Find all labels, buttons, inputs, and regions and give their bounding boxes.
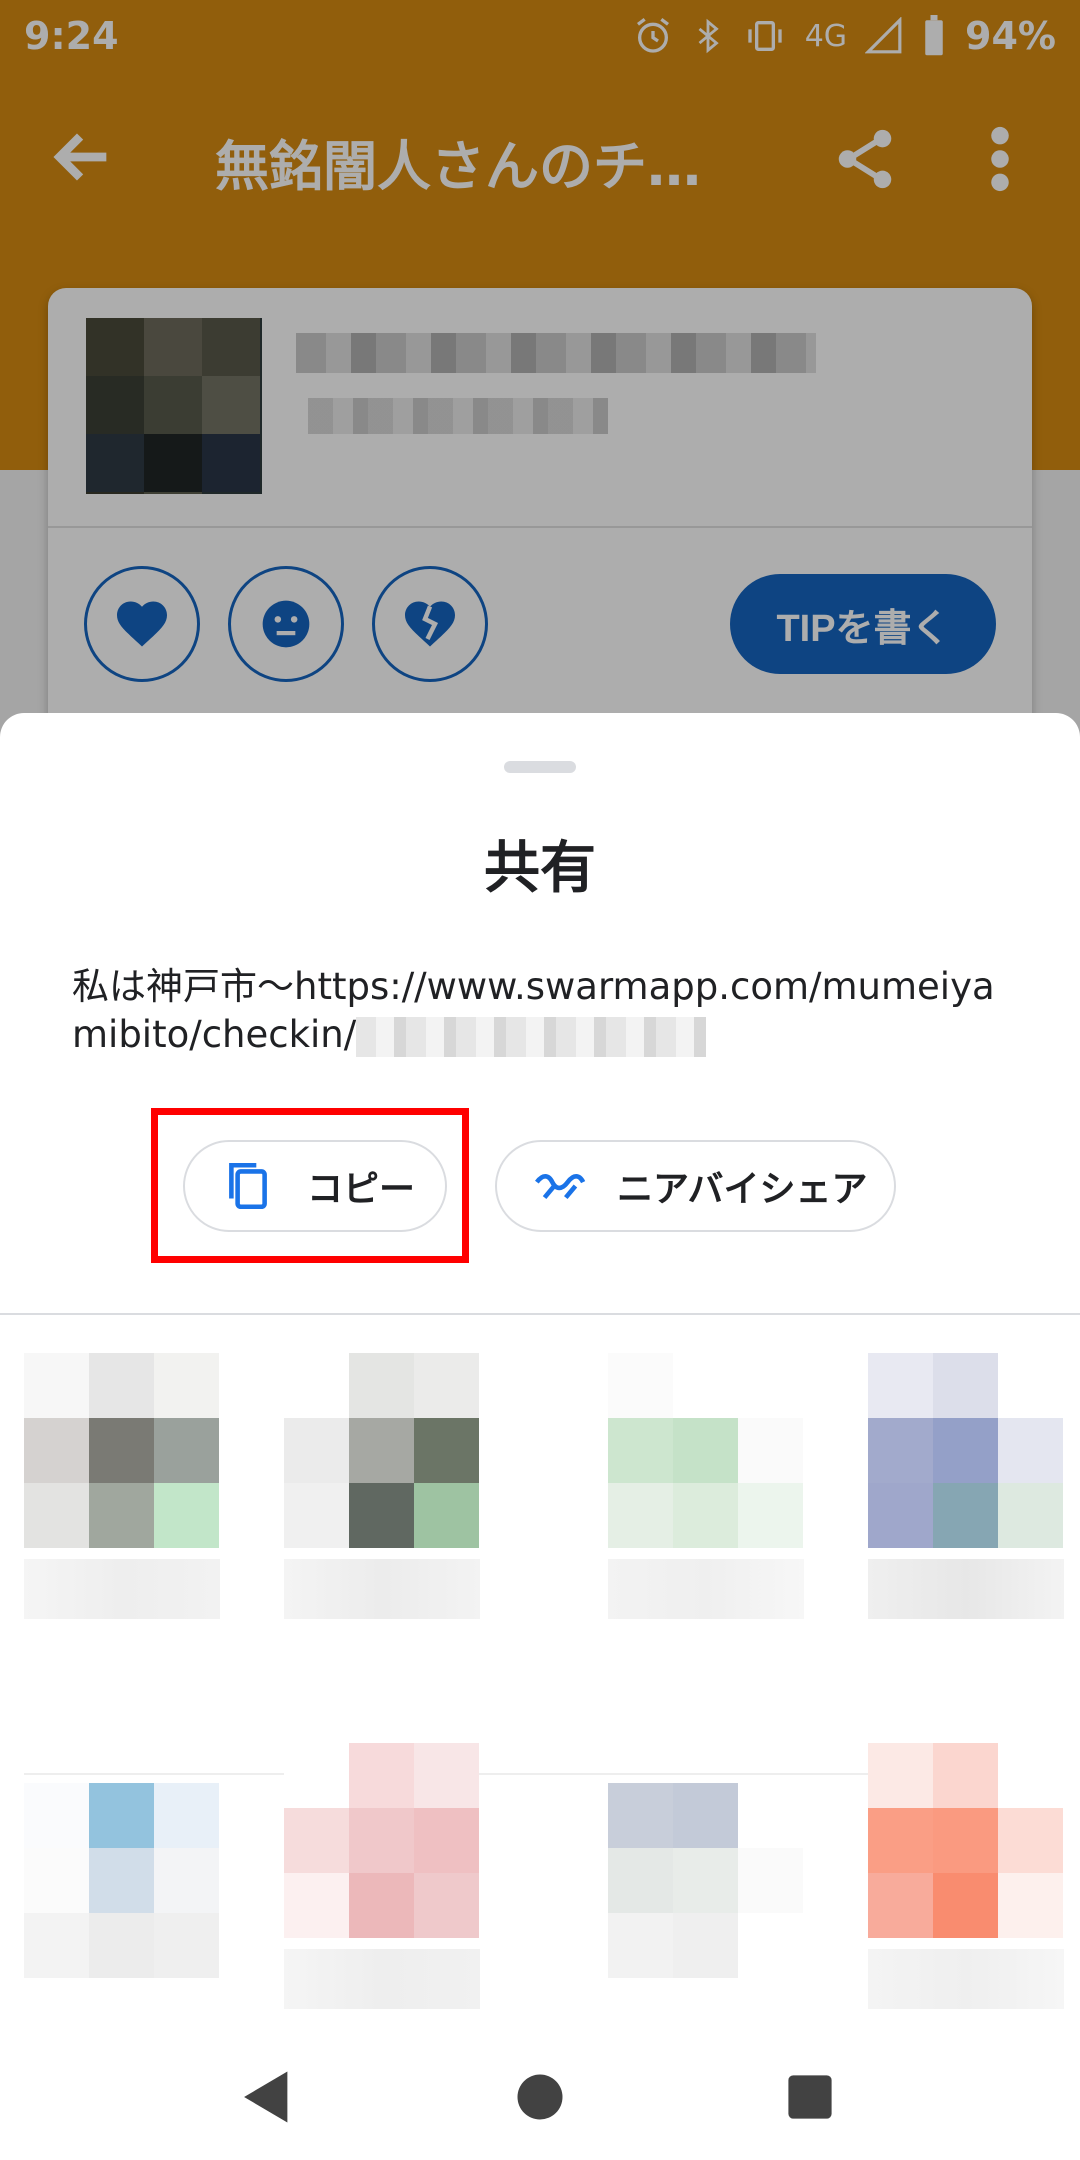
dim-scrim[interactable] bbox=[0, 0, 1080, 740]
drag-handle[interactable] bbox=[504, 761, 576, 773]
share-target-app-3[interactable] bbox=[608, 1353, 808, 1683]
copy-highlight-box bbox=[151, 1108, 469, 1263]
share-sheet: 共有 私は神戸市〜https://www.swarmapp.com/mumeiy… bbox=[0, 713, 1080, 2160]
app-label-redacted bbox=[608, 1559, 804, 1619]
share-target-app-2[interactable] bbox=[284, 1353, 484, 1683]
system-nav-bar bbox=[0, 2040, 1080, 2160]
app-label-redacted bbox=[868, 1559, 1064, 1619]
nearby-share-label: ニアバイシェア bbox=[617, 1169, 868, 1210]
share-target-app-1[interactable] bbox=[24, 1353, 224, 1683]
app-label-redacted bbox=[24, 1559, 220, 1619]
checkin-id-redacted bbox=[356, 1016, 707, 1057]
share-target-app-7[interactable] bbox=[608, 1743, 808, 2073]
app-icon bbox=[608, 1353, 804, 1549]
app-icon bbox=[868, 1353, 1064, 1549]
app-icon bbox=[284, 1353, 480, 1549]
app-icon bbox=[868, 1743, 1064, 1939]
nav-recents-button[interactable] bbox=[775, 2062, 845, 2132]
app-label-redacted bbox=[284, 1949, 480, 2009]
share-preview-text: 私は神戸市〜https://www.swarmapp.com/mumeiyami… bbox=[72, 963, 1012, 1059]
share-target-app-5[interactable] bbox=[24, 1743, 224, 2073]
back-triangle-icon bbox=[244, 2071, 288, 2123]
sheet-divider bbox=[0, 1313, 1080, 1315]
share-target-app-6[interactable] bbox=[284, 1743, 484, 2073]
sheet-title: 共有 bbox=[484, 836, 596, 901]
home-circle-icon bbox=[517, 2074, 563, 2120]
nearby-share-icon bbox=[535, 1174, 586, 1200]
share-target-app-4[interactable] bbox=[868, 1353, 1068, 1683]
app-label-redacted bbox=[284, 1559, 480, 1619]
share-target-app-8[interactable] bbox=[868, 1743, 1068, 2073]
app-label-redacted bbox=[868, 1949, 1064, 2009]
recents-square-icon bbox=[788, 2075, 832, 2119]
app-icon bbox=[24, 1353, 220, 1549]
app-icon bbox=[24, 1783, 220, 1979]
app-icon bbox=[284, 1743, 480, 1939]
nav-back-button[interactable] bbox=[232, 2062, 302, 2132]
app-icon bbox=[608, 1783, 804, 1979]
nav-home-button[interactable] bbox=[505, 2062, 575, 2132]
nearby-share-button[interactable]: ニアバイシェア bbox=[495, 1140, 896, 1232]
